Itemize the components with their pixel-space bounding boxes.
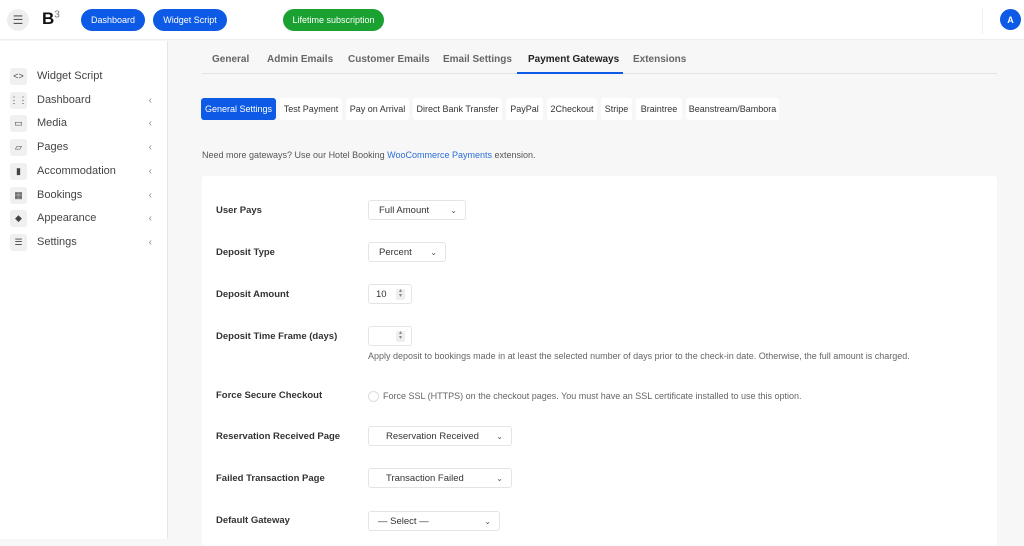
subtab-test-payment[interactable]: Test Payment [280, 98, 342, 120]
reservation-page-select[interactable]: Reservation Received ⌄ [368, 426, 512, 446]
spinner-icon[interactable]: ▴ ▾ [396, 288, 405, 300]
sidebar-item-accommodation[interactable]: ▮ Accommodation ‹ [10, 161, 160, 181]
tab-customer-emails[interactable]: Customer Emails [348, 54, 430, 65]
deposit-amount-input[interactable]: 10 ▴ ▾ [368, 284, 412, 304]
default-gateway-label: Default Gateway [216, 515, 290, 526]
deposit-amount-label: Deposit Amount [216, 289, 290, 300]
grid-icon: ⋮⋮ [10, 91, 28, 109]
folder-icon: ▱ [10, 138, 27, 156]
user-avatar[interactable]: A [1000, 9, 1021, 30]
sidebar-item-widget-script[interactable]: <> Widget Script [10, 66, 160, 86]
menu-toggle-button[interactable]: ☰ [7, 9, 29, 31]
failed-page-label: Failed Transaction Page [216, 473, 325, 484]
subtab-general-settings[interactable]: General Settings [201, 98, 276, 120]
chevron-down-icon: ⌄ [496, 431, 503, 441]
paint-bucket-icon: ◆ [10, 209, 27, 227]
widget-script-button[interactable]: Widget Script [153, 9, 227, 31]
settings-panel [202, 176, 997, 546]
sidebar-item-appearance[interactable]: ◆ Appearance ‹ [10, 208, 160, 228]
top-bar: ☰ B3 Dashboard Widget Script Lifetime su… [0, 0, 1024, 40]
woocommerce-payments-link[interactable]: WooCommerce Payments [387, 150, 492, 160]
subtab-2checkout[interactable]: 2Checkout [547, 98, 597, 120]
settings-tabs: General Admin Emails Customer Emails Ema… [202, 48, 997, 74]
subtab-braintree[interactable]: Braintree [636, 98, 682, 120]
image-icon: ▭ [10, 114, 27, 132]
tab-extensions[interactable]: Extensions [633, 54, 686, 65]
deposit-time-frame-help: Apply deposit to bookings made in at lea… [368, 351, 910, 361]
chevron-left-icon: ‹ [148, 189, 152, 201]
subtab-paypal[interactable]: PayPal [506, 98, 543, 120]
chevron-left-icon: ‹ [148, 141, 152, 153]
sidebar-item-settings[interactable]: ☰ Settings ‹ [10, 232, 160, 252]
default-gateway-select[interactable]: — Select — ⌄ [368, 511, 500, 531]
force-secure-label: Force Secure Checkout [216, 390, 323, 401]
divider [982, 8, 983, 34]
sidebar-item-bookings[interactable]: ▦ Bookings ‹ [10, 185, 160, 205]
deposit-time-frame-label: Deposit Time Frame (days) [216, 331, 338, 342]
sliders-icon: ☰ [10, 233, 27, 251]
sidebar-item-media[interactable]: ▭ Media ‹ [10, 113, 160, 133]
chevron-left-icon: ‹ [148, 94, 152, 106]
subtab-pay-on-arrival[interactable]: Pay on Arrival [346, 98, 409, 120]
subtab-stripe[interactable]: Stripe [601, 98, 632, 120]
lifetime-subscription-button[interactable]: Lifetime subscription [283, 9, 384, 31]
tab-payment-gateways[interactable]: Payment Gateways [528, 54, 619, 65]
hamburger-icon: ☰ [12, 13, 24, 27]
tab-email-settings[interactable]: Email Settings [443, 54, 512, 65]
chevron-left-icon: ‹ [148, 117, 152, 129]
reservation-page-label: Reservation Received Page [216, 431, 341, 442]
user-pays-select[interactable]: Full Amount ⌄ [368, 200, 466, 220]
chevron-left-icon: ‹ [148, 236, 152, 248]
subtab-beanstream-bambora[interactable]: Beanstream/Bambora [686, 98, 779, 120]
gateways-note: Need more gateways? Use our Hotel Bookin… [202, 150, 536, 160]
building-icon: ▮ [10, 162, 27, 180]
force-ssl-text: Force SSL (HTTPS) on the checkout pages.… [383, 391, 802, 401]
deposit-time-frame-input[interactable]: ▴ ▾ [368, 326, 412, 346]
calendar-icon: ▦ [10, 186, 27, 204]
tab-general[interactable]: General [212, 54, 249, 65]
tab-admin-emails[interactable]: Admin Emails [267, 54, 333, 65]
logo[interactable]: B3 [42, 9, 60, 29]
force-ssl-checkbox[interactable] [368, 391, 379, 402]
chevron-down-icon: ⌄ [496, 473, 503, 483]
sidebar-item-dashboard[interactable]: ⋮⋮ Dashboard ‹ [10, 90, 160, 110]
chevron-down-icon: ⌄ [450, 205, 457, 215]
sidebar-item-pages[interactable]: ▱ Pages ‹ [10, 137, 160, 157]
chevron-down-icon: ⌄ [430, 247, 437, 257]
code-icon: <> [10, 67, 27, 85]
chevron-down-icon: ⌄ [484, 516, 491, 526]
failed-page-select[interactable]: Transaction Failed ⌄ [368, 468, 512, 488]
chevron-left-icon: ‹ [148, 212, 152, 224]
chevron-left-icon: ‹ [148, 165, 152, 177]
active-tab-indicator [517, 72, 623, 74]
sidebar: <> Widget Script ⋮⋮ Dashboard ‹ ▭ Media … [0, 41, 168, 539]
dashboard-button[interactable]: Dashboard [81, 9, 145, 31]
deposit-type-select[interactable]: Percent ⌄ [368, 242, 446, 262]
subtab-direct-bank-transfer[interactable]: Direct Bank Transfer [413, 98, 502, 120]
spinner-icon[interactable]: ▴ ▾ [396, 330, 405, 342]
deposit-type-label: Deposit Type [216, 247, 275, 258]
user-pays-label: User Pays [216, 205, 262, 216]
